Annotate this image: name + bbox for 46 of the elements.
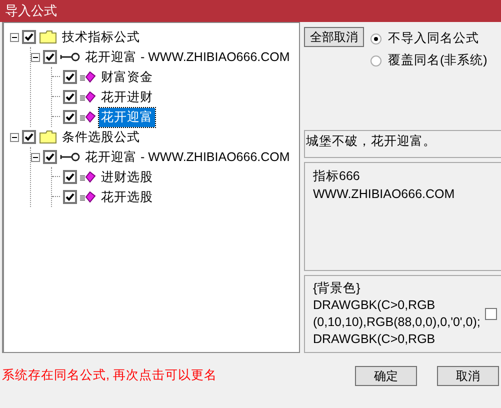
collapse-icon[interactable] — [10, 132, 19, 142]
tree-item[interactable]: 财富资金 — [99, 68, 155, 86]
checkbox[interactable] — [43, 50, 57, 64]
tree-item[interactable]: 技术指标公式 — [60, 28, 142, 46]
diamond-icon — [80, 171, 96, 183]
key-icon — [60, 152, 80, 162]
diamond-icon — [80, 91, 96, 103]
dialog-button[interactable]: 取消 — [437, 366, 499, 386]
radio-option[interactable]: 不导入同名公式 — [370, 30, 488, 47]
checkbox[interactable] — [22, 30, 36, 44]
info-text: 指标666 — [313, 168, 361, 186]
diamond-icon — [80, 191, 96, 203]
checkbox[interactable] — [63, 90, 77, 104]
checkbox[interactable] — [63, 110, 77, 124]
folder-icon — [39, 30, 57, 44]
dialog-button[interactable]: 确定 — [355, 366, 417, 386]
code-line: {背景色} — [313, 280, 362, 298]
tree-item[interactable]: 花开迎富 - WWW.ZHIBIAO666.COM — [83, 48, 292, 66]
cancel-all-button[interactable]: 全部取消 — [304, 27, 364, 47]
checkbox[interactable] — [63, 190, 77, 204]
diamond-icon — [80, 71, 96, 83]
collapse-icon[interactable] — [31, 152, 40, 162]
checkbox[interactable] — [485, 308, 497, 320]
tree-item[interactable]: 花开迎富 — [99, 108, 155, 126]
checkbox[interactable] — [43, 150, 57, 164]
collapse-icon[interactable] — [10, 32, 19, 42]
diamond-icon — [80, 111, 96, 123]
radio-option[interactable]: 覆盖同名(非系统) — [370, 52, 488, 69]
code-line: DRAWGBK(C>0,RGB — [313, 297, 436, 314]
checkbox[interactable] — [63, 170, 77, 184]
checkbox[interactable] — [63, 70, 77, 84]
tree-item[interactable]: 进财选股 — [99, 168, 155, 186]
status-message: 系统存在同名公式, 再次点击可以更名 — [2, 367, 217, 384]
tree-item[interactable]: 花开进财 — [99, 88, 155, 106]
code-line: DRAWGBK(C>0,RGB — [313, 331, 436, 348]
description-box: 城堡不破，花开迎富。 — [304, 130, 501, 158]
collapse-icon[interactable] — [31, 52, 40, 62]
folder-icon — [39, 130, 57, 144]
checkbox[interactable] — [22, 130, 36, 144]
key-icon — [60, 52, 80, 62]
tree-item[interactable]: 条件选股公式 — [60, 128, 142, 146]
code-line: (0,10,10),RGB(88,0,0),0,'0',0); — [313, 314, 480, 332]
tree-item[interactable]: 花开选股 — [99, 188, 155, 206]
tree-item[interactable]: 花开迎富 - WWW.ZHIBIAO666.COM — [83, 148, 292, 166]
info-text: WWW.ZHIBIAO666.COM — [313, 186, 456, 204]
window-title: 导入公式 — [5, 2, 57, 20]
